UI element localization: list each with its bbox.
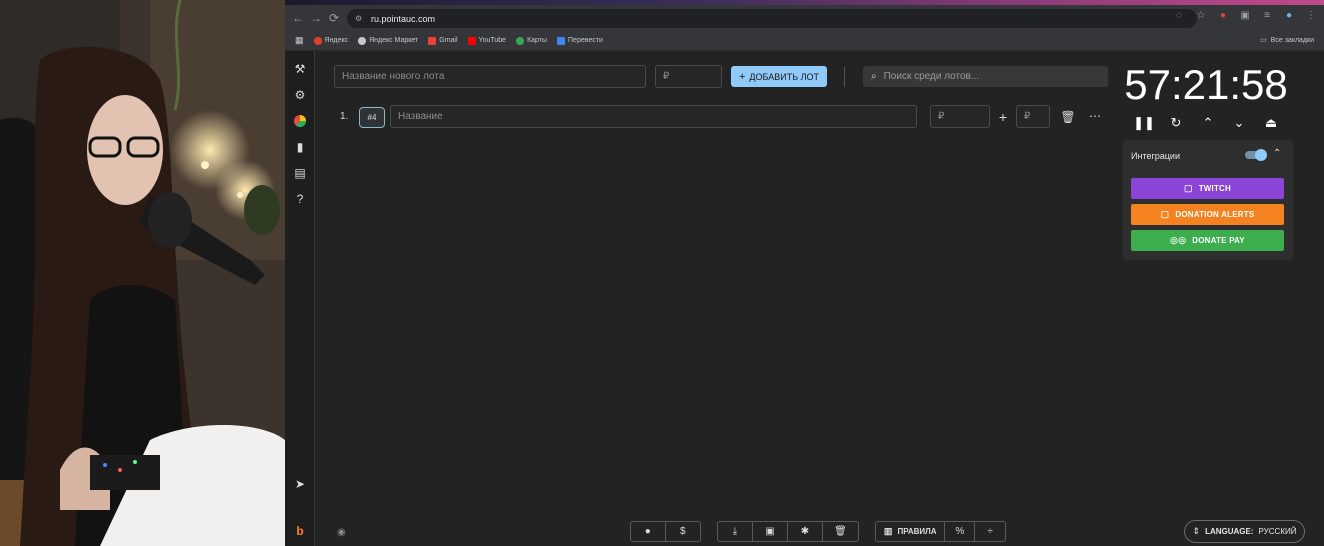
star-icon[interactable]: ☆ [1194, 10, 1208, 21]
lot-id-badge[interactable]: #4 [359, 107, 385, 128]
pause-icon[interactable]: ❚❚ [1133, 115, 1155, 131]
links-group: ● $ [630, 521, 701, 542]
language-button[interactable]: ⇕ LANGUAGE: РУССКИЙ [1184, 520, 1305, 543]
chevron-up-icon[interactable]: ⌃ [1200, 115, 1216, 131]
donate-pay-button[interactable]: ◎◎ DONATE PAY [1131, 230, 1284, 251]
columns-icon: ▥ [883, 526, 893, 536]
brand-logo-icon[interactable]: b [292, 523, 308, 539]
gmail-icon [428, 36, 437, 45]
bookmark-youtube[interactable]: YouTube [467, 36, 506, 45]
all-bookmarks[interactable]: ▭ Все закладки [1260, 36, 1314, 45]
integrations-panel: Интеграции ⌃ ▢ TWITCH ▢ DONATION ALERTS … [1123, 140, 1293, 260]
url-text: ru.pointauc.com [371, 13, 436, 24]
pointauc-app: ⚒ ⚙ ▮ ▤ ? ➤ b Название нового лота ₽ + Д… [285, 51, 1324, 546]
maps-icon [516, 36, 525, 45]
yandex-icon [313, 36, 322, 45]
search-icon: ⌕ [871, 71, 877, 82]
divider [844, 67, 845, 87]
folder-icon: ▭ [1260, 37, 1267, 44]
tab-search-icon[interactable]: ≡ [1260, 10, 1274, 21]
integrations-title: Интеграции [1131, 151, 1180, 161]
youtube-icon [467, 36, 476, 45]
lot-add-amount-input[interactable]: ₽ [1016, 105, 1050, 128]
chevron-down-icon[interactable]: ⌄ [1231, 115, 1247, 131]
delete-icon[interactable]: 🗑 [1060, 110, 1075, 124]
donation-alerts-button[interactable]: ▢ DONATION ALERTS [1131, 204, 1284, 225]
apps-grid-icon[interactable]: ▦ [295, 35, 304, 46]
bookmark-maps[interactable]: Карты [516, 36, 547, 45]
new-lot-amount-input[interactable]: ₽ [655, 65, 722, 88]
clipboard-icon[interactable]: ▤ [292, 165, 308, 181]
eye-off-icon[interactable]: ◌ [1172, 10, 1186, 21]
bug-icon[interactable]: ✱ [788, 522, 823, 541]
percent-icon[interactable]: % [945, 522, 976, 541]
double-chevron-up-icon[interactable]: ⏏ [1263, 115, 1279, 131]
twitch-icon: ▢ [1183, 183, 1193, 193]
chevron-up-icon[interactable]: ⌃ [1273, 148, 1281, 159]
menu-icon[interactable]: ⋮ [1304, 10, 1318, 21]
auction-timer: 57:21:58 [1124, 61, 1288, 108]
bookmarks-bar: ▦ Яндекс Яндекс Маркет Gmail YouTube Кар… [285, 31, 1324, 51]
lot-index: 1. [340, 111, 349, 122]
back-icon[interactable]: ← [289, 9, 307, 27]
plus-icon: + [738, 70, 746, 83]
bookmark-gmail[interactable]: Gmail [428, 36, 458, 45]
lot-name-input[interactable]: Название [390, 105, 917, 128]
github-icon[interactable]: ● [631, 522, 666, 541]
plus-icon[interactable]: + [996, 109, 1010, 125]
forward-icon[interactable]: → [307, 9, 325, 27]
save-icon[interactable]: ▣ [753, 522, 788, 541]
lot-amount-input[interactable]: ₽ [930, 105, 990, 128]
rules-button[interactable]: ▥ ПРАВИЛА [876, 522, 946, 541]
market-icon [358, 36, 367, 45]
integrations-toggle[interactable] [1245, 149, 1267, 161]
extension-red-icon[interactable]: ● [1216, 10, 1230, 21]
add-lot-button[interactable]: + ДОБАВИТЬ ЛОТ [731, 66, 827, 87]
divide-icon[interactable]: ÷ [975, 522, 1005, 541]
translate-icon [557, 36, 566, 45]
sidebar: ⚒ ⚙ ▮ ▤ ? ➤ b [285, 51, 315, 546]
site-info-icon[interactable]: ⚙ [355, 14, 365, 24]
bookmark-yandex-market[interactable]: Яндекс Маркет [358, 36, 418, 45]
extensions-icon[interactable]: ▣ [1238, 10, 1252, 21]
view-actions-group: ▥ ПРАВИЛА % ÷ [875, 521, 1006, 542]
gavel-icon[interactable]: ⚒ [292, 61, 308, 77]
webcam-video [0, 0, 285, 546]
reload-icon[interactable]: ⟳ [325, 9, 343, 27]
help-icon[interactable]: ? [292, 191, 308, 207]
screen: ← → ⟳ ⚙ ru.pointauc.com ◌ ☆ ● ▣ ≡ ● ⋮ ▦ … [0, 0, 1324, 546]
more-icon[interactable]: ⋯ [1088, 109, 1102, 123]
browser-window: ← → ⟳ ⚙ ru.pointauc.com ◌ ☆ ● ▣ ≡ ● ⋮ ▦ … [285, 0, 1324, 546]
file-actions-group: ⤓ ▣ ✱ 🗑 [717, 521, 859, 542]
bookmark-translate[interactable]: Перевести [557, 36, 603, 45]
address-bar: ← → ⟳ ⚙ ru.pointauc.com ◌ ☆ ● ▣ ≡ ● ⋮ [285, 5, 1324, 31]
profile-avatar[interactable]: ● [1282, 10, 1296, 21]
lot-search-input[interactable]: ⌕ Поиск среди лотов... [863, 66, 1108, 87]
donate-pay-icon: ◎◎ [1170, 235, 1187, 245]
donate-dollar-icon[interactable]: $ [666, 522, 701, 541]
unfold-icon: ⇕ [1192, 526, 1201, 536]
browser-actions: ◌ ☆ ● ▣ ≡ ● ⋮ [1172, 10, 1318, 21]
webcam-image [0, 0, 285, 546]
bookmark-yandex[interactable]: Яндекс [313, 36, 348, 45]
download-icon[interactable]: ⤓ [718, 522, 753, 541]
pie-chart-graphic [294, 115, 307, 128]
telegram-icon[interactable]: ➤ [292, 476, 308, 492]
eye-icon[interactable]: ◉ [337, 527, 346, 538]
restart-icon[interactable]: ↻ [1168, 115, 1184, 131]
new-lot-name-input[interactable]: Название нового лота [334, 65, 646, 88]
pie-chart-icon[interactable] [292, 113, 308, 129]
settings-icon[interactable]: ⚙ [292, 87, 308, 103]
clear-icon[interactable]: 🗑 [823, 522, 858, 541]
url-input[interactable]: ⚙ ru.pointauc.com [347, 9, 1197, 28]
twitch-button[interactable]: ▢ TWITCH [1131, 178, 1284, 199]
donation-alerts-icon: ▢ [1160, 209, 1170, 219]
bar-chart-icon[interactable]: ▮ [292, 139, 308, 155]
